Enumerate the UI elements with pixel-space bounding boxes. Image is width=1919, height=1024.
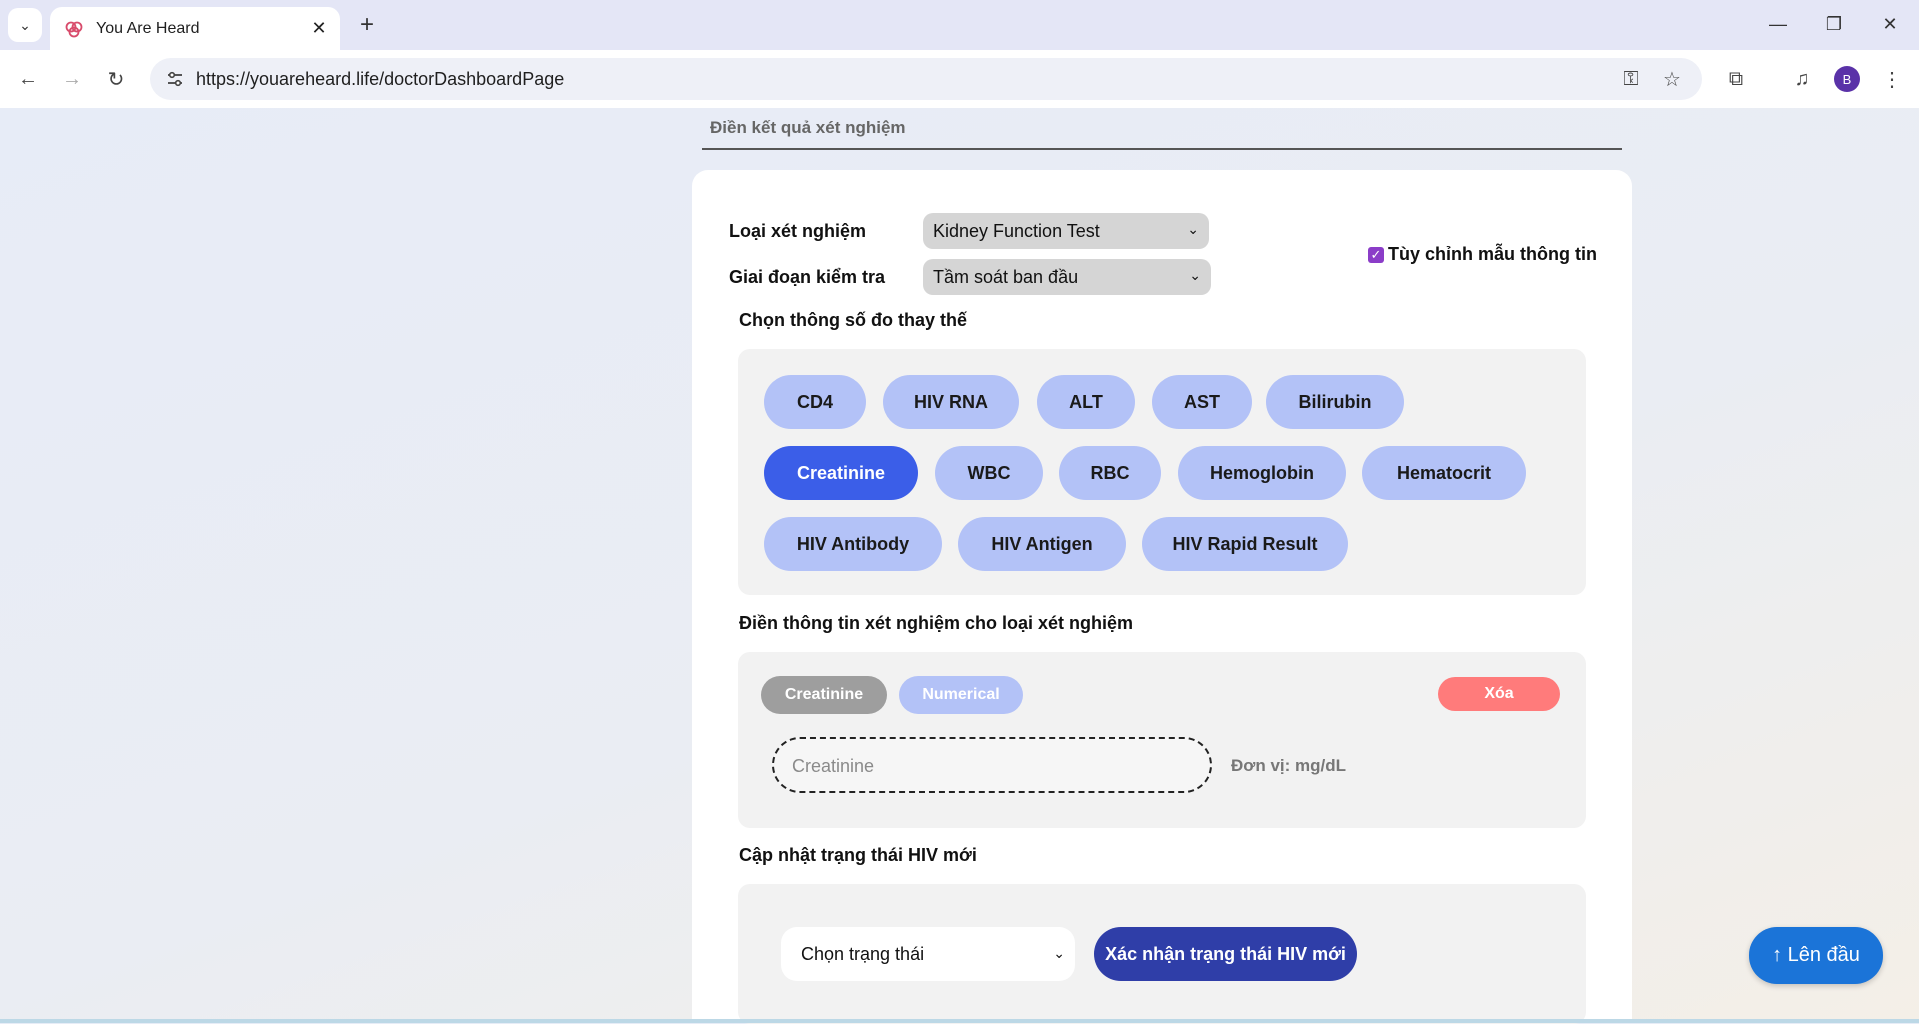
minimize-icon[interactable]: —	[1758, 8, 1798, 40]
chip-hematocrit[interactable]: Hematocrit	[1362, 446, 1526, 500]
hiv-status-placeholder: Chọn trạng thái	[801, 943, 925, 964]
tab-strip: ⌄ You Are Heard ✕ + — ❐ ✕	[0, 0, 1919, 50]
chip-creatinine[interactable]: Creatinine	[764, 446, 918, 500]
tab-search-dropdown-icon[interactable]: ⌄	[8, 8, 42, 42]
delete-button[interactable]: Xóa	[1438, 677, 1560, 711]
chip-hiv-antibody[interactable]: HIV Antibody	[764, 517, 942, 571]
chevron-down-icon: ⌄	[1187, 221, 1199, 237]
site-favicon-icon	[64, 19, 84, 39]
params-heading: Chọn thông số đo thay thế	[739, 310, 967, 330]
chip-ast[interactable]: AST	[1152, 375, 1252, 429]
stage-value: Tầm soát ban đầu	[933, 266, 1079, 287]
forward-icon[interactable]: →	[56, 63, 88, 95]
media-controls-icon[interactable]: ♫	[1786, 63, 1818, 95]
chip-wbc[interactable]: WBC	[935, 446, 1043, 500]
customize-label: Tùy chỉnh mẫu thông tin	[1388, 244, 1597, 264]
section-title: Điền kết quả xét nghiệm	[710, 118, 906, 137]
url-text: https://youareheard.life/doctorDashboard…	[196, 69, 565, 89]
browser-tab[interactable]: You Are Heard ✕	[50, 7, 340, 50]
back-to-top-button[interactable]: ↑ Lên đầu	[1749, 927, 1883, 984]
chevron-down-icon: ⌄	[1053, 945, 1065, 961]
customize-toggle[interactable]: ✓ Tùy chỉnh mẫu thông tin	[1368, 244, 1597, 265]
type-tag: Numerical	[899, 676, 1023, 714]
bookmark-star-icon[interactable]: ☆	[1657, 64, 1687, 94]
chip-hiv-rna[interactable]: HIV RNA	[883, 375, 1019, 429]
params-panel: CD4 HIV RNA ALT AST Bilirubin Creatinine…	[738, 349, 1586, 595]
chip-rbc[interactable]: RBC	[1059, 446, 1161, 500]
password-key-icon[interactable]: ⚿	[1616, 64, 1646, 94]
close-window-icon[interactable]: ✕	[1870, 8, 1910, 40]
tab-title: You Are Heard	[96, 19, 200, 37]
test-type-label: Loại xét nghiệm	[729, 221, 867, 241]
reload-icon[interactable]: ↻	[100, 63, 132, 95]
chip-hemoglobin[interactable]: Hemoglobin	[1178, 446, 1346, 500]
stage-label: Giai đoạn kiểm tra	[729, 267, 886, 287]
hiv-heading: Cập nhật trạng thái HIV mới	[739, 845, 977, 865]
chip-hiv-rapid-result[interactable]: HIV Rapid Result	[1142, 517, 1348, 571]
section-header: Điền kết quả xét nghiệm	[702, 108, 1622, 150]
browser-toolbar: ← → ↻ https://youareheard.life/doctorDas…	[0, 50, 1919, 109]
entry-heading: Điền thông tin xét nghiệm cho loại xét n…	[739, 613, 1134, 633]
restore-icon[interactable]: ❐	[1814, 8, 1854, 40]
chevron-down-icon: ⌄	[1189, 267, 1201, 283]
test-type-select[interactable]: Kidney Function Test ⌄	[923, 213, 1209, 249]
hiv-status-select[interactable]: Chọn trạng thái ⌄	[781, 927, 1075, 981]
test-type-value: Kidney Function Test	[933, 220, 1100, 241]
creatinine-input[interactable]	[790, 739, 1194, 793]
site-settings-icon[interactable]	[160, 64, 190, 94]
chip-hiv-antigen[interactable]: HIV Antigen	[958, 517, 1126, 571]
param-tag: Creatinine	[761, 676, 887, 714]
profile-avatar[interactable]: B	[1834, 66, 1860, 92]
creatinine-input-wrap[interactable]	[772, 737, 1212, 793]
menu-kebab-icon[interactable]: ⋮	[1876, 63, 1908, 95]
stage-select[interactable]: Tầm soát ban đầu ⌄	[923, 259, 1211, 295]
customize-checkbox[interactable]: ✓	[1368, 246, 1384, 263]
chip-bilirubin[interactable]: Bilirubin	[1266, 375, 1404, 429]
chip-cd4[interactable]: CD4	[764, 375, 866, 429]
chip-alt[interactable]: ALT	[1037, 375, 1135, 429]
back-icon[interactable]: ←	[12, 63, 44, 95]
new-tab-icon[interactable]: +	[352, 10, 382, 40]
unit-label: Đơn vị: mg/dL	[1231, 756, 1347, 775]
bottom-divider	[0, 1019, 1919, 1023]
close-tab-icon[interactable]: ✕	[306, 16, 332, 42]
address-bar[interactable]: https://youareheard.life/doctorDashboard…	[150, 58, 1702, 100]
extensions-icon[interactable]: ⧉	[1720, 63, 1752, 95]
confirm-hiv-status-button[interactable]: Xác nhận trạng thái HIV mới	[1094, 927, 1357, 981]
